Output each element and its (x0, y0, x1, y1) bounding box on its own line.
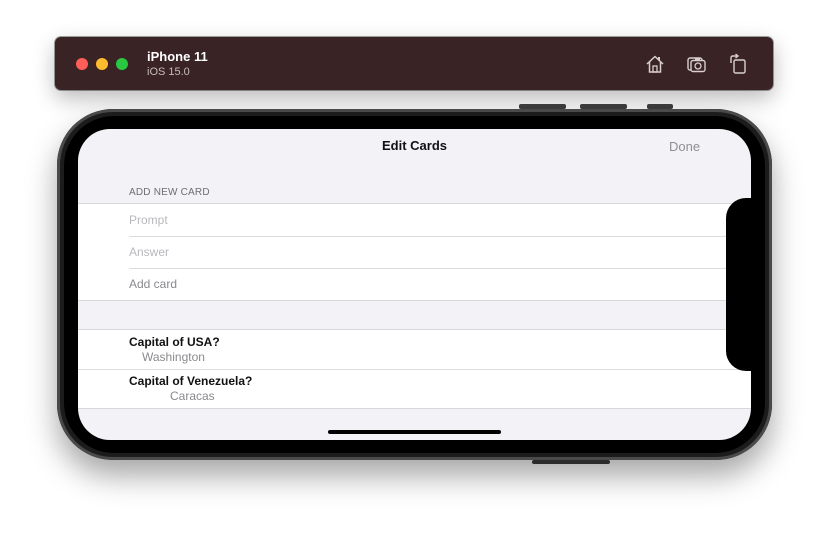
prompt-row (78, 204, 751, 236)
card-answer: Caracas (170, 389, 215, 403)
power-button[interactable] (532, 460, 610, 464)
close-window-button[interactable] (76, 58, 88, 70)
add-card-button[interactable]: Add card (129, 277, 177, 291)
zoom-window-button[interactable] (116, 58, 128, 70)
done-button[interactable]: Done (669, 139, 700, 154)
home-indicator[interactable] (328, 430, 501, 434)
add-card-form: Add card (78, 203, 751, 301)
card-prompt: Capital of Venezuela? (129, 374, 253, 388)
os-version: iOS 15.0 (147, 66, 190, 78)
simulator-title-bar: iPhone 11 iOS 15.0 (55, 37, 773, 90)
sensor-notch (726, 198, 752, 371)
rotate-button[interactable] (727, 53, 749, 75)
page-title: Edit Cards (381, 138, 447, 153)
section-header-add-new-card: ADD NEW CARD (129, 187, 210, 198)
home-icon (646, 55, 664, 73)
home-button[interactable] (644, 53, 666, 75)
card-list: Capital of USA? Washington Capital of Ve… (78, 329, 751, 409)
app-screen: Edit Cards Done ADD NEW CARD Add card Ca… (78, 129, 751, 440)
answer-input[interactable] (129, 236, 689, 268)
card-list-item[interactable]: Capital of Venezuela? Caracas (78, 369, 751, 408)
prompt-input[interactable] (129, 204, 689, 236)
answer-row (78, 236, 751, 268)
minimize-window-button[interactable] (96, 58, 108, 70)
add-card-row[interactable]: Add card (78, 268, 751, 300)
screenshot-button[interactable] (686, 53, 708, 75)
card-answer: Washington (142, 350, 205, 364)
rotate-icon (730, 53, 746, 74)
card-prompt: Capital of USA? (129, 335, 220, 349)
screenshot-icon (687, 57, 706, 73)
device-name: iPhone 11 (147, 49, 208, 64)
card-list-item[interactable]: Capital of USA? Washington (78, 330, 751, 369)
